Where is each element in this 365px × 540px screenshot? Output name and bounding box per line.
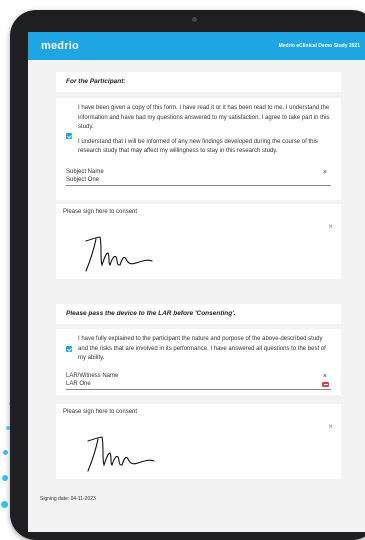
subject-name-input[interactable]: Subject One	[66, 176, 331, 184]
consent-paragraph-1: I have been given a copy of this form. I…	[78, 105, 330, 130]
tablet-frame: medrio Medrio eClinical Demo Study 2021 …	[10, 10, 365, 540]
lar-name-label: LAR/Witness Name	[66, 372, 119, 379]
lar-signature-pad[interactable]	[56, 419, 341, 479]
participant-consent-text: I have been given a copy of this form. I…	[78, 104, 331, 162]
camera-icon	[192, 17, 197, 22]
lar-name-input[interactable]: LAR One	[66, 380, 331, 388]
participant-signature-stroke	[85, 236, 153, 272]
consent-paragraph-2: I understand that I will be informed of …	[78, 138, 318, 155]
subject-name-clear-icon[interactable]: ×	[323, 169, 327, 176]
app-screen: medrio Medrio eClinical Demo Study 2021 …	[28, 32, 365, 532]
lar-heading: Please pass the device to the LAR before…	[66, 310, 236, 317]
lar-statement-text: I have fully explained to the participan…	[78, 336, 326, 361]
study-title: Medrio eClinical Demo Study 2021	[278, 43, 360, 49]
lar-signature-label: Please sign here to consent	[63, 409, 138, 415]
participant-consent-checkbox[interactable]	[66, 133, 72, 139]
lar-statement-checkbox[interactable]	[66, 346, 72, 352]
lar-signature-stroke	[87, 436, 155, 472]
participant-heading: For the Participant:	[66, 78, 126, 85]
participant-consent-row: I have been given a copy of this form. I…	[56, 104, 341, 162]
app-header: medrio Medrio eClinical Demo Study 2021	[28, 32, 365, 60]
lar-name-clear-icon[interactable]: ×	[323, 373, 327, 380]
app-logo: medrio	[41, 40, 79, 52]
lar-name-field[interactable]: LAR/Witness Name LAR One ×	[66, 372, 331, 390]
participant-signature-pad[interactable]	[56, 219, 341, 279]
lar-heading-card: Please pass the device to the LAR before…	[56, 304, 341, 324]
error-icon	[322, 381, 329, 387]
participant-signature-card: Please sign here to consent ×	[56, 204, 341, 279]
lar-statement-card: I have fully explained to the participan…	[56, 329, 341, 395]
participant-consent-card: I have been given a copy of this form. I…	[56, 98, 341, 200]
participant-heading-card: For the Participant:	[56, 72, 341, 92]
subject-name-label: Subject Name	[66, 168, 104, 175]
subject-name-field[interactable]: Subject Name Subject One ×	[66, 168, 331, 186]
lar-signature-card: Please sign here to consent ×	[56, 404, 341, 479]
lar-statement-row: I have fully explained to the participan…	[56, 335, 341, 364]
participant-signature-label: Please sign here to consent	[63, 209, 138, 215]
signing-date: Signing date: 04-11-2023	[40, 496, 96, 502]
